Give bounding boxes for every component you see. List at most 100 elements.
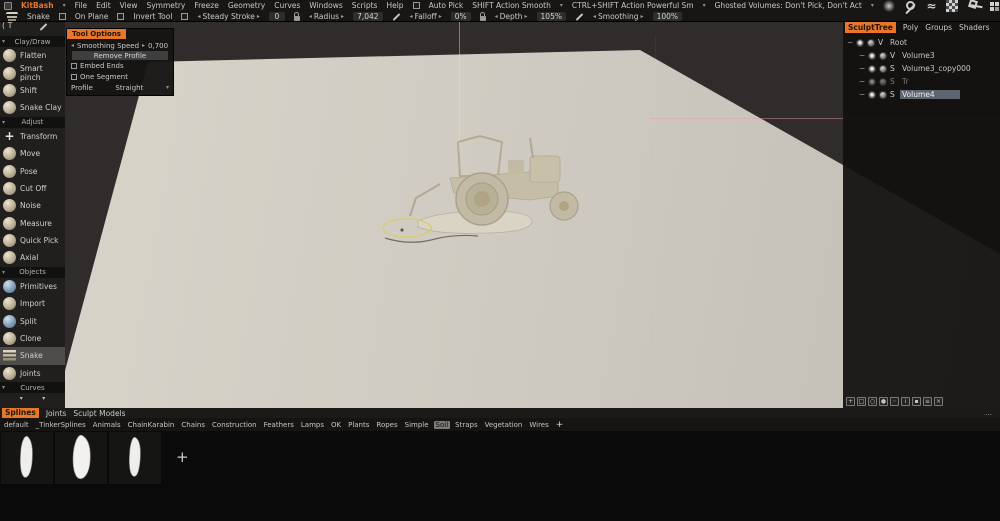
smoothing-value[interactable]: 100%	[653, 12, 682, 21]
on-plane-checkbox[interactable]	[59, 13, 66, 20]
delete-icon[interactable]: ×	[934, 397, 943, 406]
shift-action-dropdown[interactable]: SHIFT Action Smooth	[472, 1, 551, 10]
one-segment-checkbox[interactable]	[71, 74, 77, 80]
spline-thumbnail-1[interactable]	[1, 432, 53, 484]
category-wires[interactable]: Wires	[527, 421, 550, 429]
category-construction[interactable]: Construction	[210, 421, 259, 429]
section-objects[interactable]: ▾Objects	[0, 267, 65, 278]
tool-clone[interactable]: Clone	[0, 330, 65, 347]
tool-quick-pick[interactable]: Quick Pick	[0, 232, 65, 249]
add-category-button[interactable]: +	[554, 420, 566, 430]
chevron-down-icon[interactable]: ▾	[63, 2, 66, 9]
tab-groups[interactable]: Groups	[925, 23, 952, 32]
tool-shift[interactable]: Shift	[0, 82, 65, 99]
add-volume-icon[interactable]: +	[846, 397, 855, 406]
pen-pressure-icon[interactable]	[576, 13, 584, 21]
dot-icon[interactable]: ◦	[890, 397, 899, 406]
tree-row-tr[interactable]: − S Tr	[843, 75, 1000, 88]
tool-primitives[interactable]: Primitives	[0, 278, 65, 295]
circle-icon[interactable]: ○	[868, 397, 877, 406]
tree-row-volume4[interactable]: − S Volume4	[843, 88, 1000, 101]
box-icon[interactable]: ▪	[912, 397, 921, 406]
steady-stroke-checkbox[interactable]	[181, 13, 188, 20]
category-chainkarabin[interactable]: ChainKarabin	[126, 421, 177, 429]
section-adjust[interactable]: ▾Adjust	[0, 117, 65, 128]
radius-spinner[interactable]: ◂Radius▸	[309, 12, 344, 21]
smoothing-spinner[interactable]: ◂Smoothing▸	[593, 12, 644, 21]
visibility-eye-icon[interactable]	[868, 52, 876, 60]
category-chains[interactable]: Chains	[179, 421, 207, 429]
section-curves[interactable]: ▾Curves	[0, 382, 65, 393]
category-tinkersplines[interactable]: _TinkerSplines	[34, 421, 88, 429]
smoothing-speed-row[interactable]: ◂ Smoothing Speed ▸ 0,700	[67, 40, 173, 51]
visibility-eye-icon[interactable]	[868, 91, 876, 99]
shader-sphere-icon[interactable]	[879, 65, 887, 73]
collapse-icon[interactable]: −	[847, 38, 853, 47]
tool-snake[interactable]: Snake	[0, 347, 65, 364]
tool-cut-off[interactable]: Cut Off	[0, 180, 65, 197]
steady-stroke-value[interactable]: 0	[269, 12, 285, 21]
collapse-icon[interactable]: −	[859, 77, 865, 86]
tool-pose[interactable]: Pose	[0, 162, 65, 179]
tab-splines[interactable]: Splines	[2, 408, 39, 418]
category-plants[interactable]: Plants	[346, 421, 371, 429]
visibility-eye-icon[interactable]	[868, 65, 876, 73]
scene-title[interactable]: KitBash	[21, 1, 54, 10]
chevron-down-icon[interactable]: ▾	[166, 84, 169, 91]
volume-name[interactable]: Tr	[900, 77, 911, 86]
list-icon[interactable]: ≡	[923, 397, 932, 406]
menu-symmetry[interactable]: Symmetry	[146, 1, 185, 10]
toolbar-scroll-arrows[interactable]: ▾▾	[0, 393, 65, 403]
shader-sphere-icon[interactable]	[879, 91, 887, 99]
add-spline-button[interactable]: +	[176, 448, 189, 466]
spline-thumbnail-2[interactable]	[55, 432, 107, 484]
tool-snake-clay[interactable]: Snake Clay	[0, 99, 65, 116]
chevron-down-icon[interactable]: ▾	[703, 2, 706, 9]
tool-move[interactable]: Move	[0, 145, 65, 162]
stroke-mode-icons[interactable]: ( T	[2, 22, 13, 30]
menu-file[interactable]: File	[75, 1, 88, 10]
menu-geometry[interactable]: Geometry	[228, 1, 265, 10]
menu-help[interactable]: Help	[386, 1, 403, 10]
embed-ends-checkbox[interactable]	[71, 63, 77, 69]
tab-shaders[interactable]: Shaders	[959, 23, 989, 32]
tool-flatten[interactable]: Flatten	[0, 47, 65, 64]
falloff-value[interactable]: 0%	[451, 12, 471, 21]
menu-curves[interactable]: Curves	[274, 1, 300, 10]
invert-tool-checkbox[interactable]	[117, 13, 124, 20]
tree-row-root[interactable]: − V Root	[843, 36, 1000, 49]
tab-sculpttree[interactable]: SculptTree	[845, 22, 896, 33]
lock-icon[interactable]	[294, 16, 300, 21]
profile-dropdown[interactable]: Straight	[115, 84, 143, 92]
category-vegetation[interactable]: Vegetation	[483, 421, 525, 429]
chevron-down-icon[interactable]: ▾	[871, 2, 874, 9]
auto-pick-checkbox[interactable]	[413, 2, 420, 9]
menu-freeze[interactable]: Freeze	[194, 1, 218, 10]
remove-profile-button[interactable]: Remove Profile	[72, 51, 168, 60]
section-clay-draw[interactable]: ▾Clay/Draw	[0, 36, 65, 47]
menu-view[interactable]: View	[120, 1, 138, 10]
shader-sphere-icon[interactable]	[879, 52, 887, 60]
category-feathers[interactable]: Feathers	[262, 421, 296, 429]
smoothing-speed-value[interactable]: 0,700	[148, 42, 168, 50]
tree-row-volume3[interactable]: − V Volume3	[843, 49, 1000, 62]
volume-name-selected[interactable]: Volume4	[900, 90, 960, 99]
folder-icon[interactable]: □	[857, 397, 866, 406]
visibility-eye-icon[interactable]	[856, 39, 864, 47]
chevron-down-icon[interactable]: ▾	[560, 2, 563, 9]
tool-import[interactable]: Import	[0, 295, 65, 312]
stroke-pen-icon[interactable]	[39, 23, 47, 31]
tree-row-volume3-copy[interactable]: − S Volume3_copy000	[843, 62, 1000, 75]
tool-transform[interactable]: +Transform	[0, 128, 65, 145]
shader-sphere-icon[interactable]	[867, 39, 875, 47]
category-lamps[interactable]: Lamps	[299, 421, 326, 429]
steady-stroke-spinner[interactable]: ◂Steady Stroke▸	[197, 12, 259, 21]
volume-name[interactable]: Root	[888, 38, 909, 47]
info-icon[interactable]: i	[901, 397, 910, 406]
depth-value[interactable]: 105%	[537, 12, 566, 21]
falloff-spinner[interactable]: ◂Falloff▸	[410, 12, 442, 21]
collapse-icon[interactable]: −	[859, 51, 865, 60]
tool-axial[interactable]: Axial	[0, 249, 65, 266]
category-ropes[interactable]: Ropes	[374, 421, 399, 429]
pen-pressure-icon[interactable]	[392, 13, 400, 21]
